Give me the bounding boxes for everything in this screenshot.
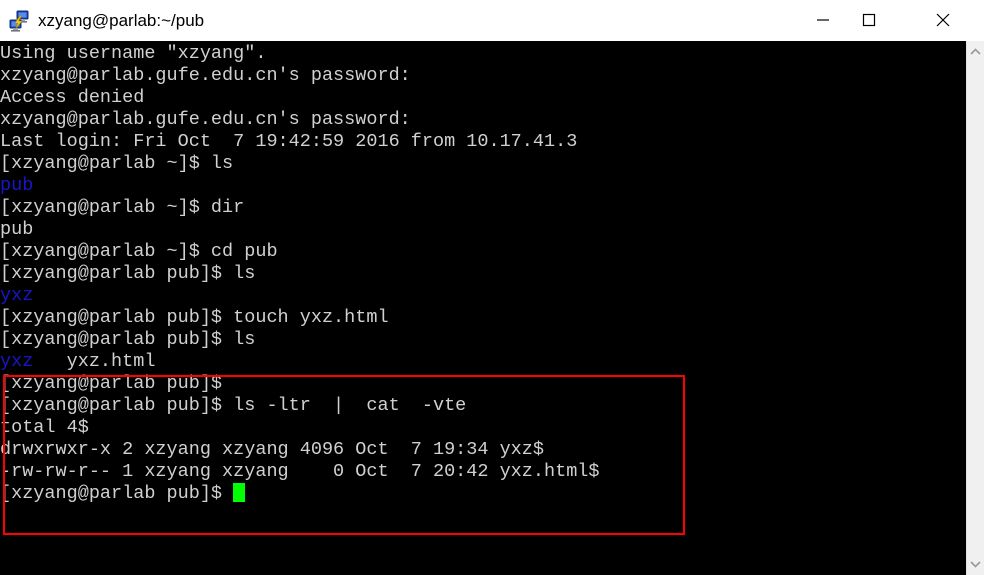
terminal-line: total 4$ [0, 417, 966, 439]
putty-terminal-window: xzyang@parlab:~/pub Using username "xzya… [0, 0, 984, 575]
terminal-cursor [233, 483, 246, 502]
terminal-line: yxz yxz.html [0, 351, 966, 373]
terminal-text: [xzyang@parlab pub]$ ls [0, 263, 256, 284]
directory-name: pub [0, 175, 34, 196]
putty-icon [8, 10, 30, 32]
terminal-text: yxz.html [33, 351, 156, 372]
terminal-line: yxz [0, 285, 966, 307]
terminal-text: [xzyang@parlab pub]$ [0, 483, 234, 504]
terminal-line: drwxrwxr-x 2 xzyang xzyang 4096 Oct 7 19… [0, 439, 966, 461]
terminal-text: drwxrwxr-x 2 xzyang xzyang 4096 Oct 7 19… [0, 439, 544, 460]
terminal-line: pub [0, 175, 966, 197]
minimize-button[interactable] [800, 0, 846, 40]
terminal-line: xzyang@parlab.gufe.edu.cn's password: [0, 65, 966, 87]
terminal-text: Using username "xzyang". [0, 43, 267, 64]
terminal-line: [xzyang@parlab pub]$ touch yxz.html [0, 307, 966, 329]
terminal-text: [xzyang@parlab ~]$ dir [0, 197, 245, 218]
title-bar[interactable]: xzyang@parlab:~/pub [0, 0, 984, 42]
terminal-text: pub [0, 219, 34, 240]
terminal-text: -rw-rw-r-- 1 xzyang xzyang 0 Oct 7 20:42… [0, 461, 600, 482]
terminal-line: [xzyang@parlab pub]$ ls [0, 263, 966, 285]
terminal-text: xzyang@parlab.gufe.edu.cn's password: [0, 65, 411, 86]
terminal-text: [xzyang@parlab ~]$ cd pub [0, 241, 278, 262]
terminal-text: [xzyang@parlab ~]$ ls [0, 153, 234, 174]
terminal-line: [xzyang@parlab ~]$ dir [0, 197, 966, 219]
terminal-line: [xzyang@parlab ~]$ cd pub [0, 241, 966, 263]
terminal-screen[interactable]: Using username "xzyang". xzyang@parlab.gu… [0, 41, 966, 575]
terminal-line: [xzyang@parlab pub]$ ls -ltr | cat -vte [0, 395, 966, 417]
directory-name: yxz [0, 351, 34, 372]
vertical-scrollbar[interactable] [966, 41, 984, 575]
terminal-text-area: Using username "xzyang". xzyang@parlab.gu… [0, 43, 966, 505]
scroll-down-arrow-icon[interactable] [967, 555, 984, 573]
terminal-text: [xzyang@parlab pub]$ [0, 373, 223, 394]
terminal-text: [xzyang@parlab pub]$ ls [0, 329, 256, 350]
terminal-text: total 4$ [0, 417, 89, 438]
terminal-line: [xzyang@parlab pub]$ [0, 483, 966, 505]
scroll-up-arrow-icon[interactable] [967, 43, 984, 61]
terminal-text: Access denied [0, 87, 145, 108]
terminal-line: Using username "xzyang". [0, 43, 966, 65]
maximize-button[interactable] [846, 0, 892, 40]
terminal-text: [xzyang@parlab pub]$ ls -ltr | cat -vte [0, 395, 467, 416]
terminal-line: [xzyang@parlab ~]$ ls [0, 153, 966, 175]
terminal-line: [xzyang@parlab pub]$ ls [0, 329, 966, 351]
terminal-line: [xzyang@parlab pub]$ [0, 373, 966, 395]
terminal-line: xzyang@parlab.gufe.edu.cn's password: [0, 109, 966, 131]
window-title: xzyang@parlab:~/pub [38, 10, 205, 30]
close-button[interactable] [920, 0, 966, 40]
terminal-line: Access denied [0, 87, 966, 109]
terminal-line: Last login: Fri Oct 7 19:42:59 2016 from… [0, 131, 966, 153]
terminal-line: pub [0, 219, 966, 241]
terminal-line: -rw-rw-r-- 1 xzyang xzyang 0 Oct 7 20:42… [0, 461, 966, 483]
terminal-text: [xzyang@parlab pub]$ touch yxz.html [0, 307, 389, 328]
terminal-text: Last login: Fri Oct 7 19:42:59 2016 from… [0, 131, 578, 152]
terminal-text: xzyang@parlab.gufe.edu.cn's password: [0, 109, 411, 130]
directory-name: yxz [0, 285, 34, 306]
